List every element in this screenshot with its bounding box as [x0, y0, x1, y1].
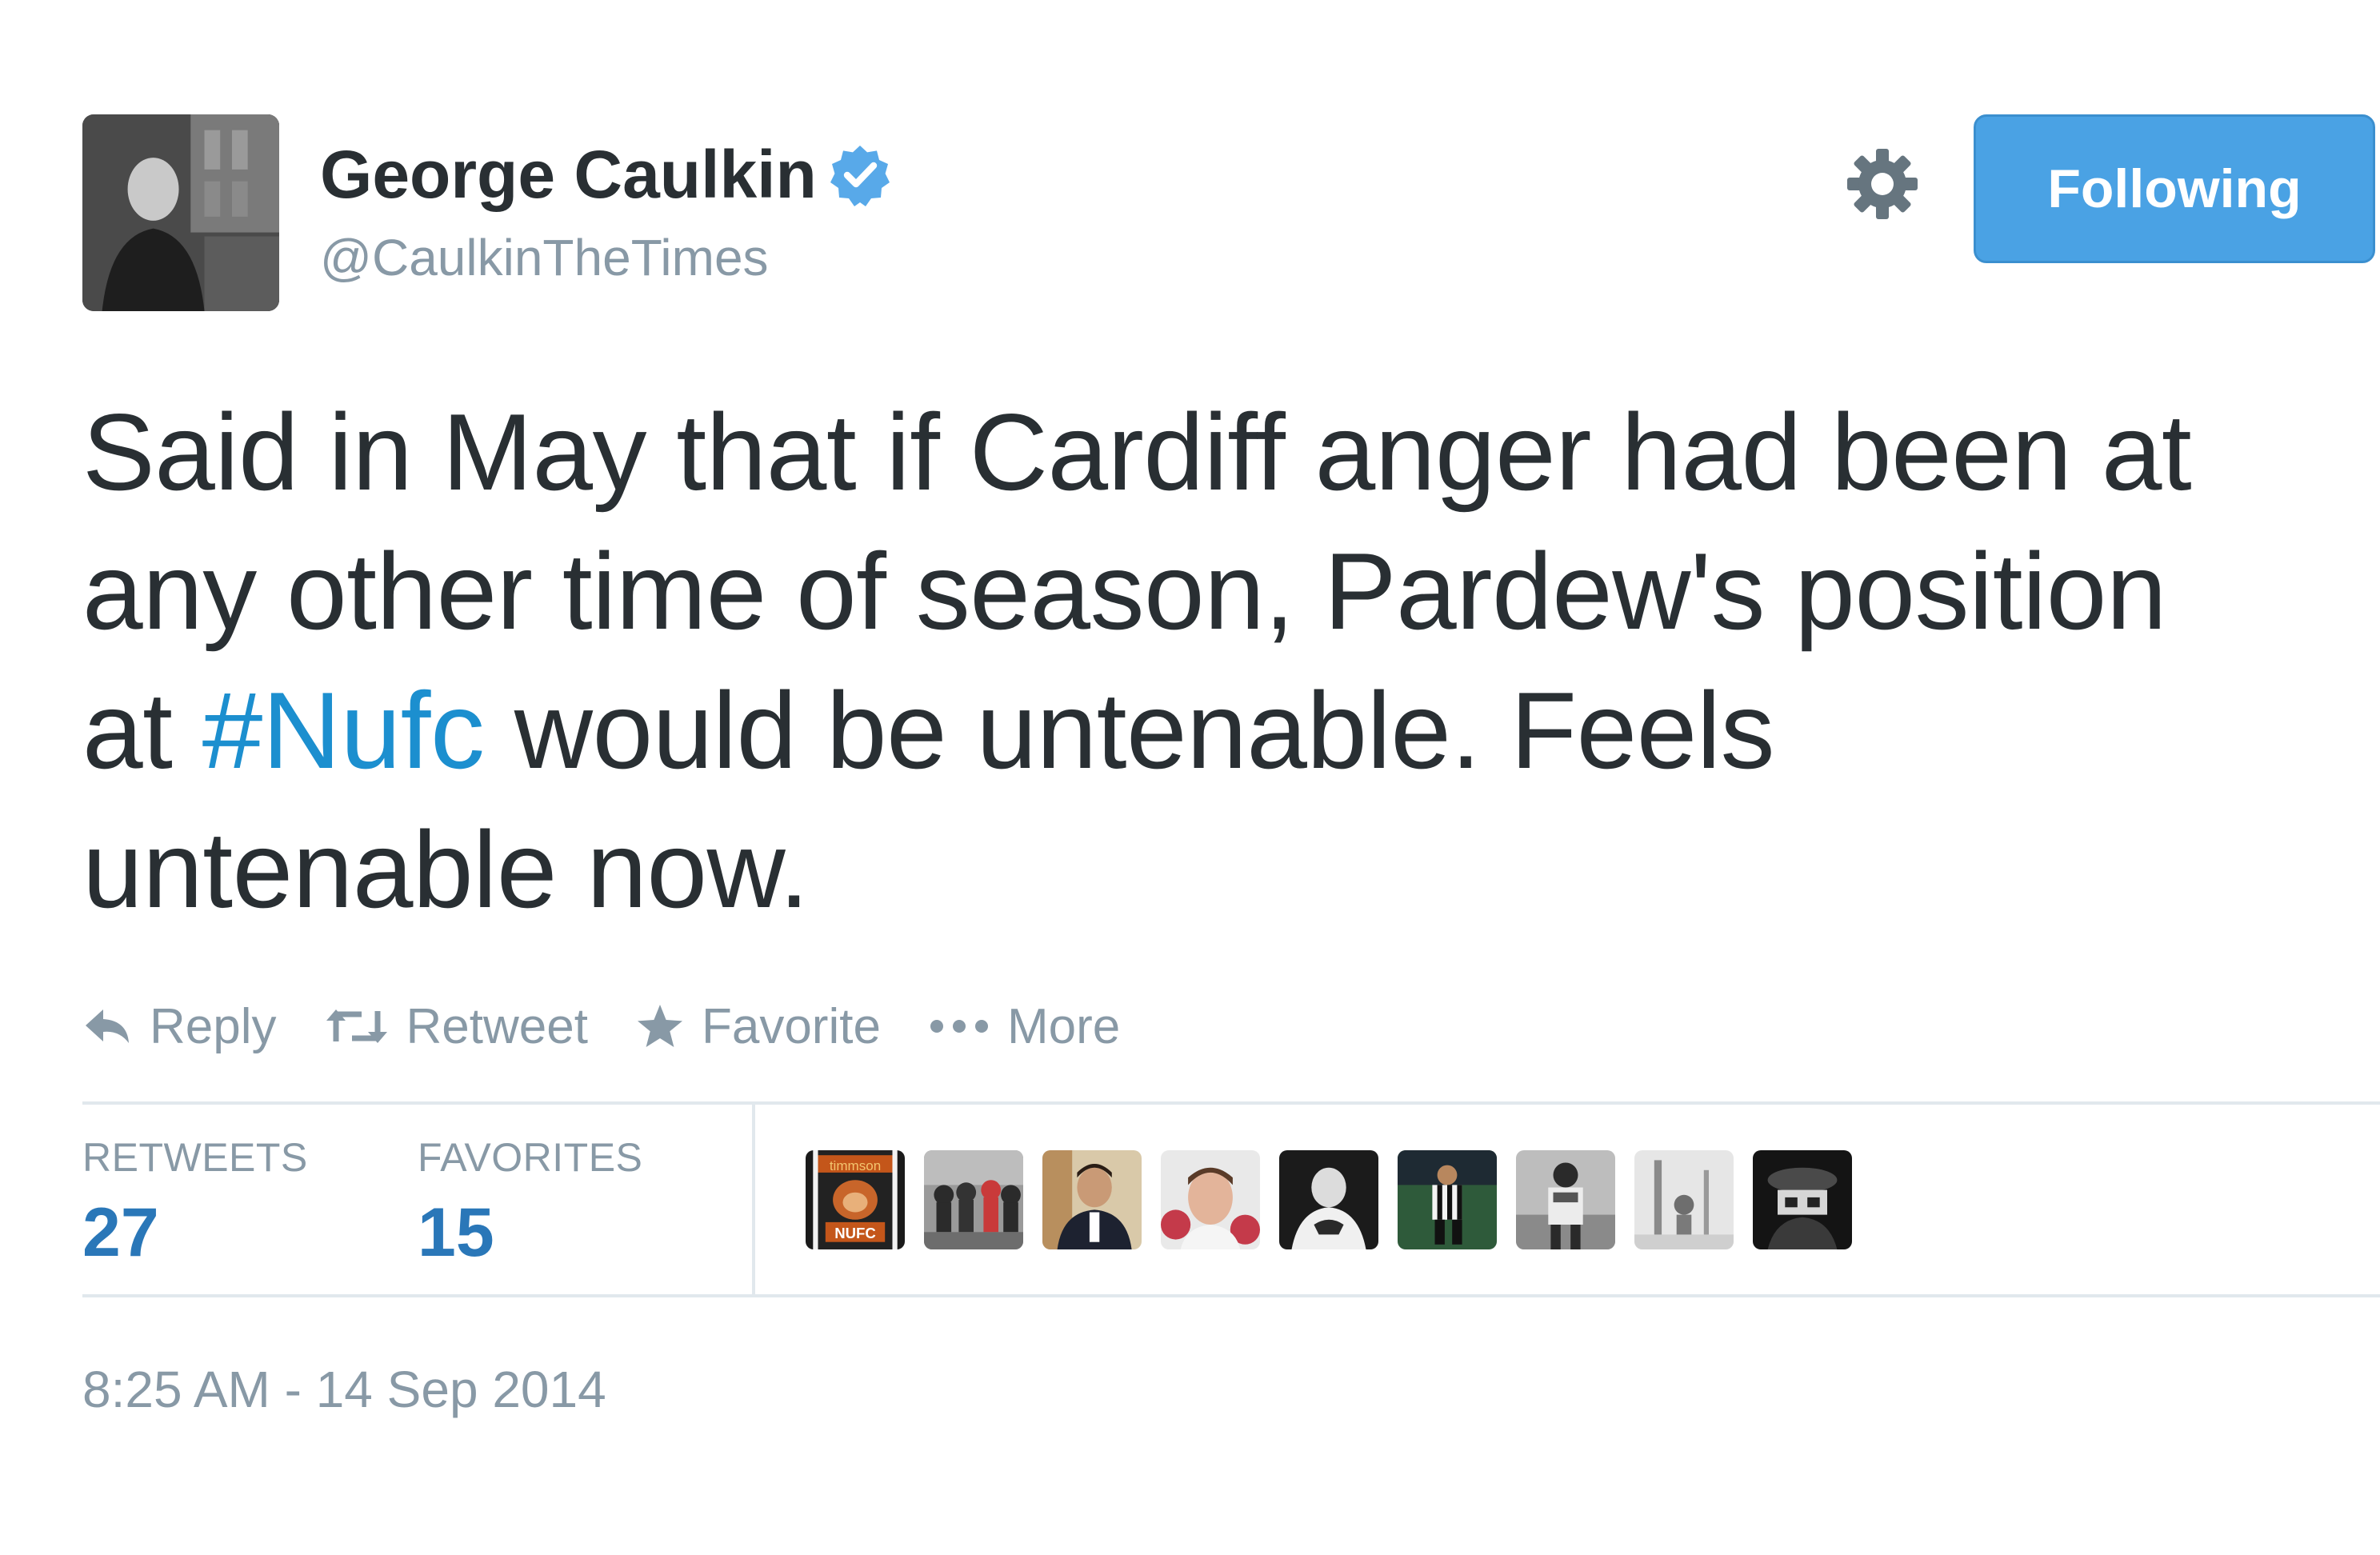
tweet-actions: Reply Retweet Favorite More	[82, 990, 1120, 1062]
verified-icon	[830, 146, 890, 206]
divider	[752, 1105, 755, 1294]
favoriter-avatar[interactable]: timmson NUFC	[806, 1150, 905, 1249]
hashtag-link[interactable]: #Nufc	[202, 670, 485, 791]
retweet-button[interactable]: Retweet	[325, 998, 588, 1055]
favoriter-avatar[interactable]	[1279, 1150, 1378, 1249]
gear-icon[interactable]	[1844, 146, 1921, 222]
badge-text-top: timmson	[830, 1158, 881, 1173]
favoriter-avatar[interactable]	[1161, 1150, 1260, 1249]
favorites-count[interactable]: 15	[418, 1193, 494, 1273]
tweet-text: Said in May that if Cardiff anger had be…	[82, 382, 2322, 939]
reply-icon	[86, 1009, 129, 1043]
tweet-line: at #Nufc would be untenable. Feels	[82, 661, 2322, 800]
more-label: More	[1006, 998, 1121, 1054]
tweet-line: Said in May that if Cardiff anger had be…	[82, 391, 2192, 513]
favoriter-avatars: timmson NUFC	[806, 1150, 1871, 1249]
reply-label: Reply	[150, 998, 277, 1054]
favoriter-avatar[interactable]	[1042, 1150, 1142, 1249]
favorites-label[interactable]: FAVORITES	[418, 1134, 642, 1181]
display-name[interactable]: George Caulkin	[320, 141, 817, 208]
favorite-button[interactable]: Favorite	[636, 998, 881, 1055]
divider	[82, 1294, 2380, 1297]
ellipsis-icon	[930, 1020, 988, 1033]
tweet-line-prefix: at	[82, 670, 202, 791]
more-button[interactable]: More	[929, 998, 1120, 1055]
favoriter-avatar[interactable]	[1634, 1150, 1734, 1249]
favoriter-avatar[interactable]	[1516, 1150, 1615, 1249]
tweet-line-suffix: would be untenable. Feels	[484, 670, 1775, 791]
reply-button[interactable]: Reply	[82, 998, 277, 1055]
retweets-label[interactable]: RETWEETS	[82, 1134, 308, 1181]
star-icon	[637, 1005, 682, 1047]
badge-text-bottom: NUFC	[834, 1225, 876, 1241]
tweet-timestamp[interactable]: 8:25 AM - 14 Sep 2014	[82, 1360, 606, 1419]
favoriter-avatar[interactable]	[1398, 1150, 1497, 1249]
favorite-label: Favorite	[701, 998, 881, 1054]
retweets-count[interactable]: 27	[82, 1193, 159, 1273]
divider	[82, 1101, 2380, 1105]
tweet-line: any other time of season, Pardew's posit…	[82, 530, 2167, 652]
retweet-icon	[326, 1009, 387, 1043]
name-row: George Caulkin	[320, 141, 892, 208]
user-handle[interactable]: @CaulkinTheTimes	[320, 232, 769, 283]
profile-avatar[interactable]	[82, 114, 279, 311]
following-button[interactable]: Following	[1974, 114, 2375, 263]
favoriter-avatar[interactable]	[1753, 1150, 1852, 1249]
favoriter-avatar[interactable]	[924, 1150, 1023, 1249]
retweet-label: Retweet	[406, 998, 588, 1054]
tweet-line: untenable now.	[82, 809, 810, 930]
